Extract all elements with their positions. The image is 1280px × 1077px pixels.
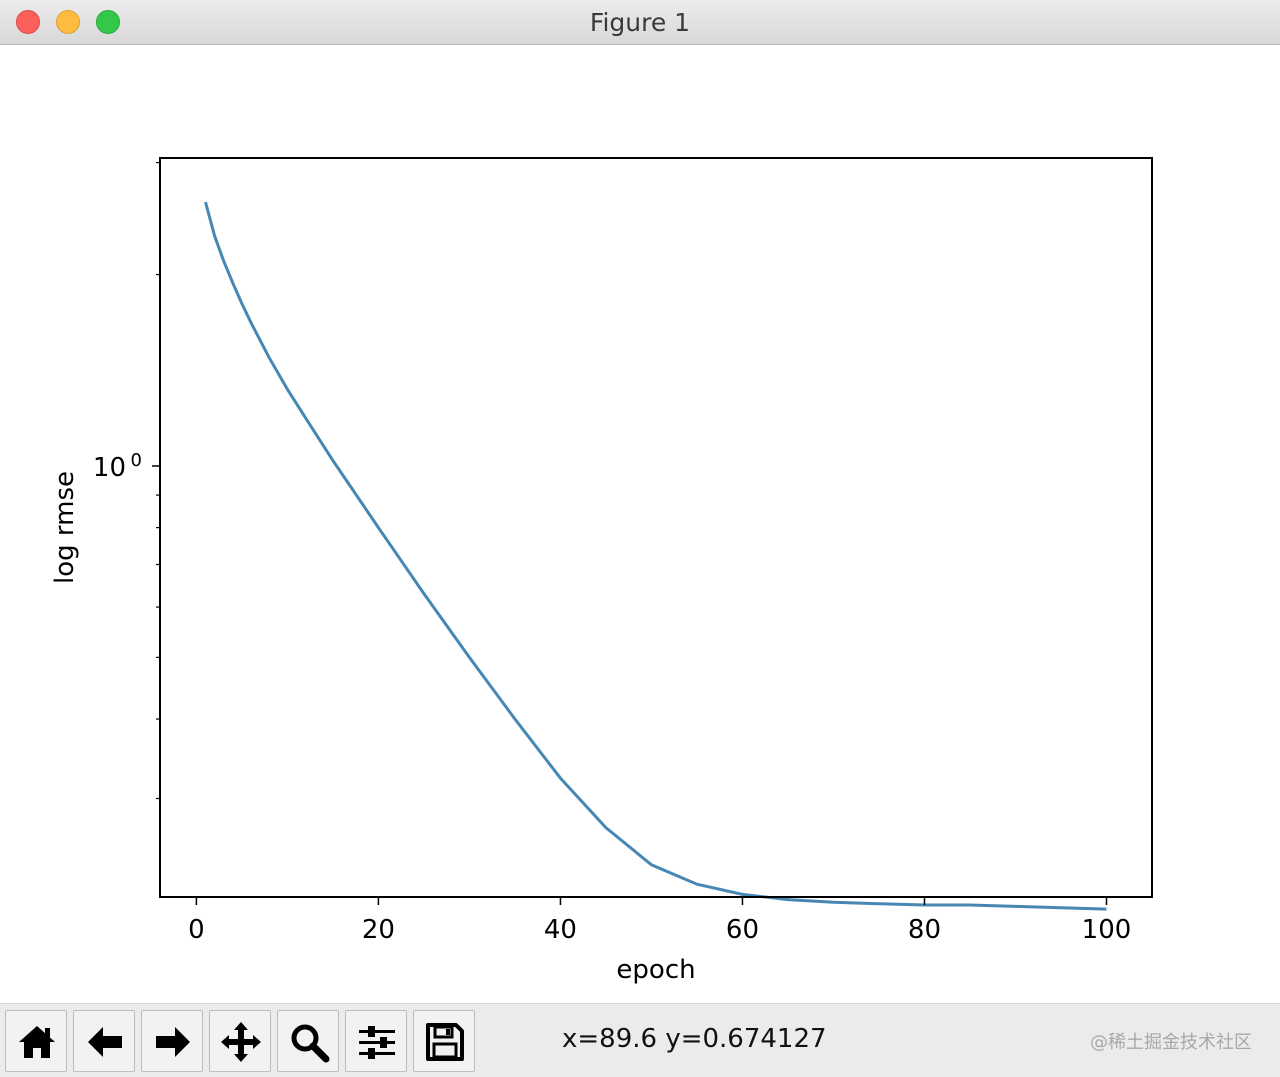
axes-frame <box>159 157 1153 898</box>
figure-window: Figure 1 0 20 40 60 80 100 10 0 epoch log rmse <box>0 0 1280 1077</box>
magnifier-icon <box>291 1024 330 1063</box>
series-line-0 <box>204 201 1107 911</box>
title-bar: Figure 1 <box>0 0 1280 45</box>
y-tick-label-exponent: 0 <box>131 450 142 471</box>
x-tick-label: 40 <box>544 915 577 945</box>
back-button[interactable] <box>73 1010 135 1072</box>
save-button[interactable] <box>413 1010 475 1072</box>
x-axis-label: epoch <box>616 955 695 985</box>
x-tick-label: 60 <box>726 915 759 945</box>
watermark-text: @稀土掘金技术社区 <box>1090 1032 1252 1053</box>
zoom-button[interactable] <box>277 1010 339 1072</box>
figure-canvas[interactable]: 0 20 40 60 80 100 10 0 epoch log rmse <box>0 45 1280 1003</box>
cursor-coordinates-readout: x=89.6 y=0.674127 <box>562 1024 827 1054</box>
floppy-disk-icon <box>426 1023 464 1061</box>
home-icon <box>19 1026 55 1058</box>
sliders-icon <box>359 1026 395 1059</box>
line-chart: 0 20 40 60 80 100 10 0 epoch log rmse <box>50 157 1153 985</box>
x-tick-label: 100 <box>1082 915 1132 945</box>
forward-button[interactable] <box>141 1010 203 1072</box>
window-title: Figure 1 <box>589 8 691 37</box>
move-icon <box>221 1022 261 1062</box>
arrow-left-icon <box>88 1027 122 1057</box>
pan-button[interactable] <box>209 1010 271 1072</box>
home-button[interactable] <box>5 1010 67 1072</box>
x-tick-label: 0 <box>188 915 205 945</box>
arrow-right-icon <box>156 1027 190 1057</box>
y-axis-label: log rmse <box>50 471 80 584</box>
navigation-toolbar: x=89.6 y=0.674127 @稀土掘金技术社区 <box>0 1003 1280 1077</box>
x-tick-label: 80 <box>908 915 941 945</box>
y-tick-label: 10 0 <box>93 450 142 483</box>
x-tick-label: 20 <box>362 915 395 945</box>
configure-subplots-button[interactable] <box>345 1010 407 1072</box>
